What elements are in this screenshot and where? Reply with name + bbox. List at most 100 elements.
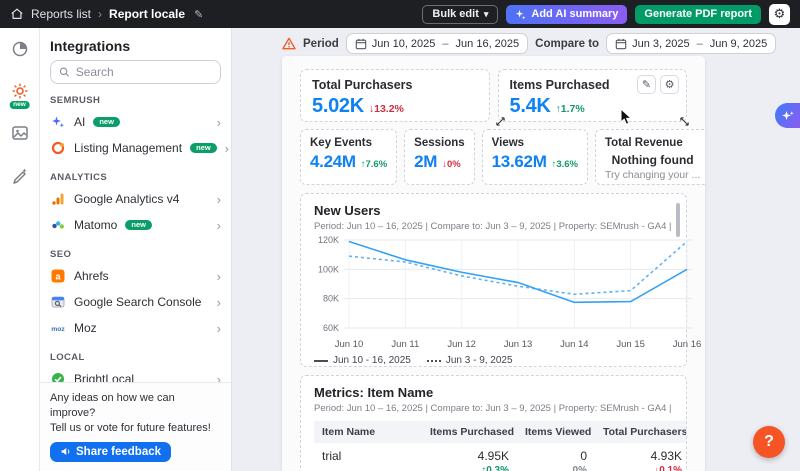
period-bar: Period Jun 10, 2025 – Jun 16, 2025 Compa…: [282, 33, 776, 54]
search-box[interactable]: [50, 60, 221, 84]
total-purchasers-card[interactable]: Total Purchasers 5.02K ↓13.2%: [300, 69, 490, 122]
table-column-header[interactable]: Item Name: [314, 421, 422, 443]
section-header: SEMRUSH: [50, 95, 221, 106]
sidebar-scroll-area[interactable]: Integrations SEMRUSH AInew›Listing Manage…: [40, 28, 231, 382]
ai-icon: [50, 114, 66, 130]
metric-cell: 4.95K↑0.3%: [422, 443, 517, 471]
annotate-pen-icon[interactable]: [9, 164, 31, 186]
search-input[interactable]: [76, 65, 212, 79]
app-window: Reports list › Report locale ✎ Bulk edit…: [0, 0, 800, 471]
svg-text:Jun 12: Jun 12: [447, 339, 476, 350]
feedback-line2: Tell us or vote for future features!: [50, 421, 221, 436]
sidebar-item-moz[interactable]: mozMoz›: [40, 315, 231, 341]
table-column-header[interactable]: Total Purchasers: [595, 421, 687, 443]
image-icon[interactable]: [9, 122, 31, 144]
breadcrumb-reports-list[interactable]: Reports list: [31, 7, 91, 21]
legend-swatch: [314, 360, 328, 362]
card-delta: ↑1.7%: [556, 103, 585, 115]
table-meta-line: Period: Jun 10 – 16, 2025 | Compare to: …: [314, 403, 673, 414]
canvas-scrollbar[interactable]: [676, 203, 680, 237]
share-feedback-label: Share feedback: [76, 446, 161, 458]
resize-handle-bottom-right[interactable]: [679, 116, 690, 127]
sidebar-item-google-search-console[interactable]: Google Search Console ›: [40, 289, 231, 315]
svg-text:moz: moz: [51, 326, 65, 333]
sidebar-title: Integrations: [50, 38, 221, 54]
compare-end-date: Jun 9, 2025: [710, 38, 768, 50]
svg-text:Jun 11: Jun 11: [391, 339, 419, 350]
svg-text:80K: 80K: [323, 294, 339, 304]
edit-widget-icon[interactable]: ✎: [637, 75, 656, 94]
feedback-panel: Any ideas on how we can improve? Tell us…: [40, 382, 231, 471]
home-icon[interactable]: [10, 7, 24, 21]
chevron-right-icon: ›: [217, 372, 221, 382]
table-column-header[interactable]: Items Purchased: [422, 421, 517, 443]
generate-pdf-label: Generate PDF report: [644, 8, 752, 20]
views-card[interactable]: Views13.62M↑3.6%: [482, 129, 588, 185]
settings-gear-icon[interactable]: ⚙: [769, 4, 790, 25]
report-main-area: Period Jun 10, 2025 – Jun 16, 2025 Compa…: [232, 28, 800, 471]
sidebar-item-label: Moz: [74, 321, 97, 335]
svg-text:120K: 120K: [318, 235, 339, 245]
listing-icon: [50, 140, 66, 156]
ga4-icon: [50, 191, 66, 207]
legend-label: Jun 3 - 9, 2025: [446, 355, 513, 366]
card-title: Sessions: [414, 137, 465, 149]
total-revenue-card[interactable]: Total RevenueNothing foundTry changing y…: [595, 129, 705, 185]
table-row[interactable]: trial4.95K↑0.3%00%4.93K↓0.1%4.93K↓0.1%: [314, 443, 687, 471]
new-users-chart-widget[interactable]: New Users Period: Jun 10 – 16, 2025 | Co…: [300, 193, 687, 367]
date-separator: –: [697, 38, 703, 50]
card-delta: ↓0%: [442, 159, 460, 170]
card-delta: ↑3.6%: [552, 159, 578, 170]
sidebar-item-brightlocal[interactable]: BrightLocal›: [40, 366, 231, 382]
chevron-right-icon: ›: [217, 192, 221, 207]
items-purchased-card[interactable]: Items Purchased 5.4K ↑1.7% ✎ ⚙: [498, 69, 688, 122]
sidebar-item-google-analytics-v4[interactable]: Google Analytics v4›: [40, 186, 231, 212]
new-badge: new: [9, 101, 30, 110]
svg-text:60K: 60K: [323, 323, 339, 333]
card-delta: ↓13.2%: [369, 103, 404, 115]
add-ai-summary-button[interactable]: Add AI summary: [506, 5, 627, 24]
chevron-right-icon: ›: [217, 115, 221, 130]
card-value: 13.62M: [492, 152, 547, 172]
metrics-table-widget[interactable]: Metrics: Item Name Period: Jun 10 – 16, …: [300, 375, 687, 471]
report-title: Report locale: [109, 7, 185, 21]
bulk-edit-button[interactable]: Bulk edit ▾: [422, 5, 498, 24]
compare-start-date: Jun 3, 2025: [632, 38, 690, 50]
sidebar-item-label: Matomo: [74, 218, 117, 232]
card-value: 5.02K: [312, 95, 364, 118]
chevron-right-icon: ›: [217, 295, 221, 310]
card-title: Total Revenue: [605, 137, 700, 149]
sidebar-item-matomo[interactable]: Matomonew›: [40, 212, 231, 238]
share-feedback-button[interactable]: Share feedback: [50, 442, 171, 462]
sidebar-item-label: Google Search Console: [74, 295, 201, 309]
chevron-right-icon: ›: [225, 141, 229, 156]
resize-handle-bottom-left[interactable]: [495, 116, 506, 127]
add-ai-summary-label: Add AI summary: [531, 8, 618, 20]
ai-assistant-fab[interactable]: [775, 103, 800, 128]
chart-meta-line: Period: Jun 10 – 16, 2025 | Compare to: …: [314, 221, 673, 232]
table-title: Metrics: Item Name: [314, 385, 673, 400]
sessions-card[interactable]: Sessions2M↓0%: [404, 129, 475, 185]
ahrefs-icon: a: [50, 268, 66, 284]
sidebar-item-ai[interactable]: AInew›: [40, 109, 231, 135]
help-button[interactable]: ?: [753, 426, 785, 458]
sidebar-item-listing-management[interactable]: Listing Managementnew›: [40, 135, 231, 161]
key-events-card[interactable]: Key Events4.24M↑7.6%: [300, 129, 397, 185]
sidebar-item-ahrefs[interactable]: aAhrefs›: [40, 263, 231, 289]
section-header: LOCAL: [50, 352, 221, 363]
chevron-right-icon: ›: [217, 218, 221, 233]
bulk-edit-label: Bulk edit: [432, 8, 478, 20]
svg-text:Jun 13: Jun 13: [504, 339, 533, 350]
compare-date-range[interactable]: Jun 3, 2025 – Jun 9, 2025: [606, 33, 776, 54]
period-date-range[interactable]: Jun 10, 2025 – Jun 16, 2025: [346, 33, 528, 54]
widget-settings-icon[interactable]: ⚙: [660, 75, 679, 94]
pie-chart-icon[interactable]: [9, 38, 31, 60]
calendar-icon: [615, 38, 627, 50]
legend-swatch: [427, 360, 441, 362]
card-value: 4.24M: [310, 152, 356, 172]
edit-report-name-icon[interactable]: ✎: [194, 8, 203, 21]
table-column-header[interactable]: Items Viewed: [517, 421, 595, 443]
megaphone-icon: [60, 446, 71, 457]
generate-pdf-button[interactable]: Generate PDF report: [635, 5, 761, 24]
integrations-spark-icon[interactable]: new: [9, 80, 31, 102]
